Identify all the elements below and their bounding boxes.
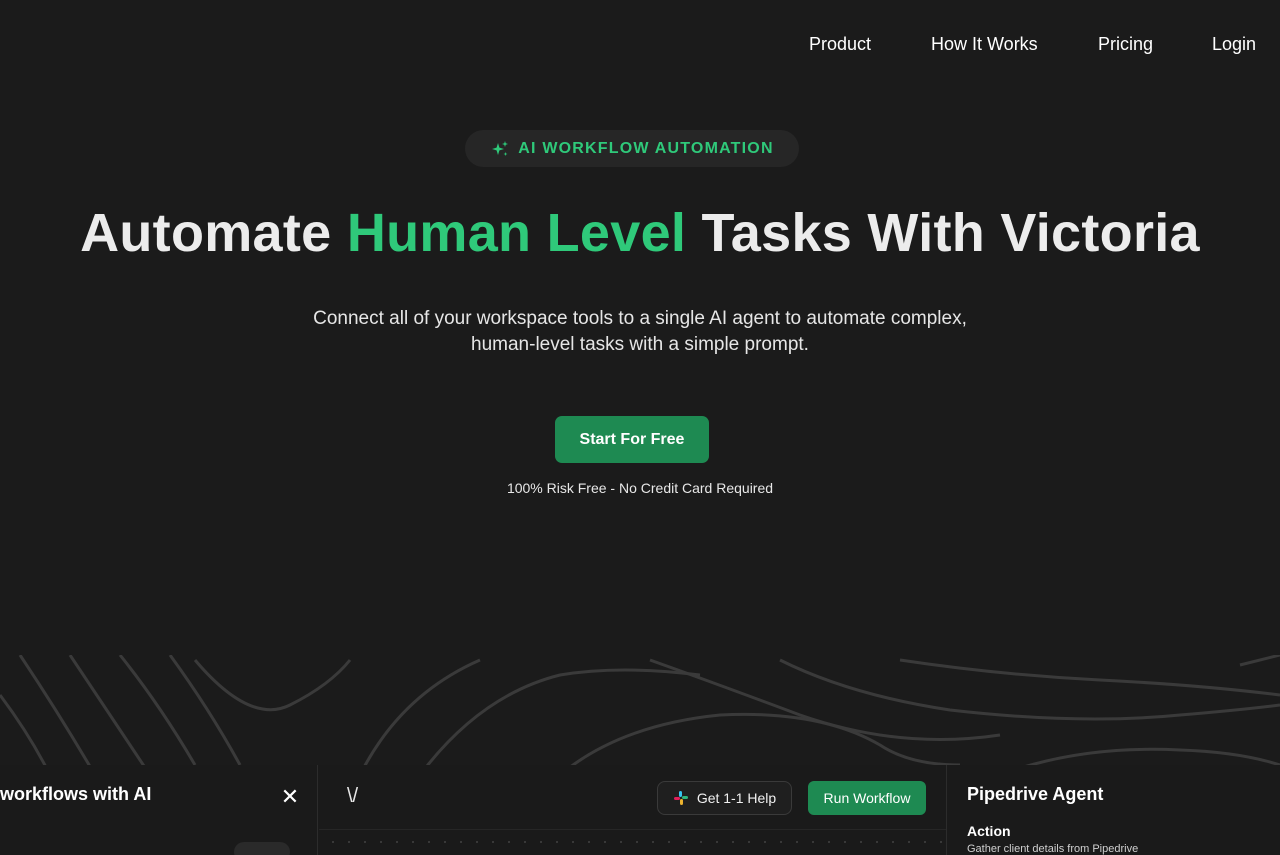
app-preview: workflows with AI ✕ \/ Get 1-1 Help Run …: [0, 765, 1280, 855]
workflow-canvas-panel: \/ Get 1-1 Help Run Workflow: [319, 765, 946, 855]
run-workflow-button[interactable]: Run Workflow: [808, 781, 926, 815]
feature-badge: AI WORKFLOW AUTOMATION: [465, 130, 799, 167]
headline-post: Tasks With Victoria: [686, 203, 1200, 263]
nav-login-link[interactable]: Login: [1212, 34, 1256, 55]
hero-subtext: Connect all of your workspace tools to a…: [240, 306, 1040, 358]
action-label: Action: [967, 823, 1011, 839]
nav-product-link[interactable]: Product: [809, 34, 871, 55]
agent-panel: Pipedrive Agent Action Gather client det…: [946, 765, 1280, 855]
headline-pre: Automate: [80, 203, 347, 263]
agent-title: Pipedrive Agent: [967, 784, 1104, 804]
headline-accent: Human Level: [346, 203, 687, 263]
action-description: Gather client details from Pipedrive: [967, 843, 1139, 855]
slack-icon: [673, 791, 688, 805]
hero-headline: Automate Human Level Tasks With Victoria: [0, 202, 1280, 264]
chevron-icon[interactable]: \/: [347, 785, 358, 808]
panel-pill: [234, 842, 290, 855]
get-help-label: Get 1-1 Help: [696, 790, 777, 806]
nav-pricing-link[interactable]: Pricing: [1098, 34, 1153, 55]
cta-note: 100% Risk Free - No Credit Card Required: [506, 480, 774, 496]
get-help-button[interactable]: Get 1-1 Help: [657, 781, 792, 815]
subtext-line-2: human-level tasks with a simple prompt.: [471, 334, 809, 355]
start-for-free-button[interactable]: Start For Free: [555, 416, 709, 463]
close-icon[interactable]: ✕: [280, 786, 300, 808]
landing-page: Product How It Works Pricing Login AI WO…: [0, 0, 1280, 855]
canvas-dot-grid: [319, 829, 946, 855]
workflows-panel-title: workflows with AI: [0, 784, 152, 804]
contour-lines-decoration: [0, 655, 1280, 775]
nav-how-it-works-link[interactable]: How It Works: [931, 34, 1038, 55]
subtext-line-1: Connect all of your workspace tools to a…: [313, 308, 967, 329]
badge-label: AI WORKFLOW AUTOMATION: [518, 139, 774, 157]
sparkle-icon: [492, 140, 509, 156]
workflows-panel: workflows with AI ✕: [0, 765, 318, 855]
